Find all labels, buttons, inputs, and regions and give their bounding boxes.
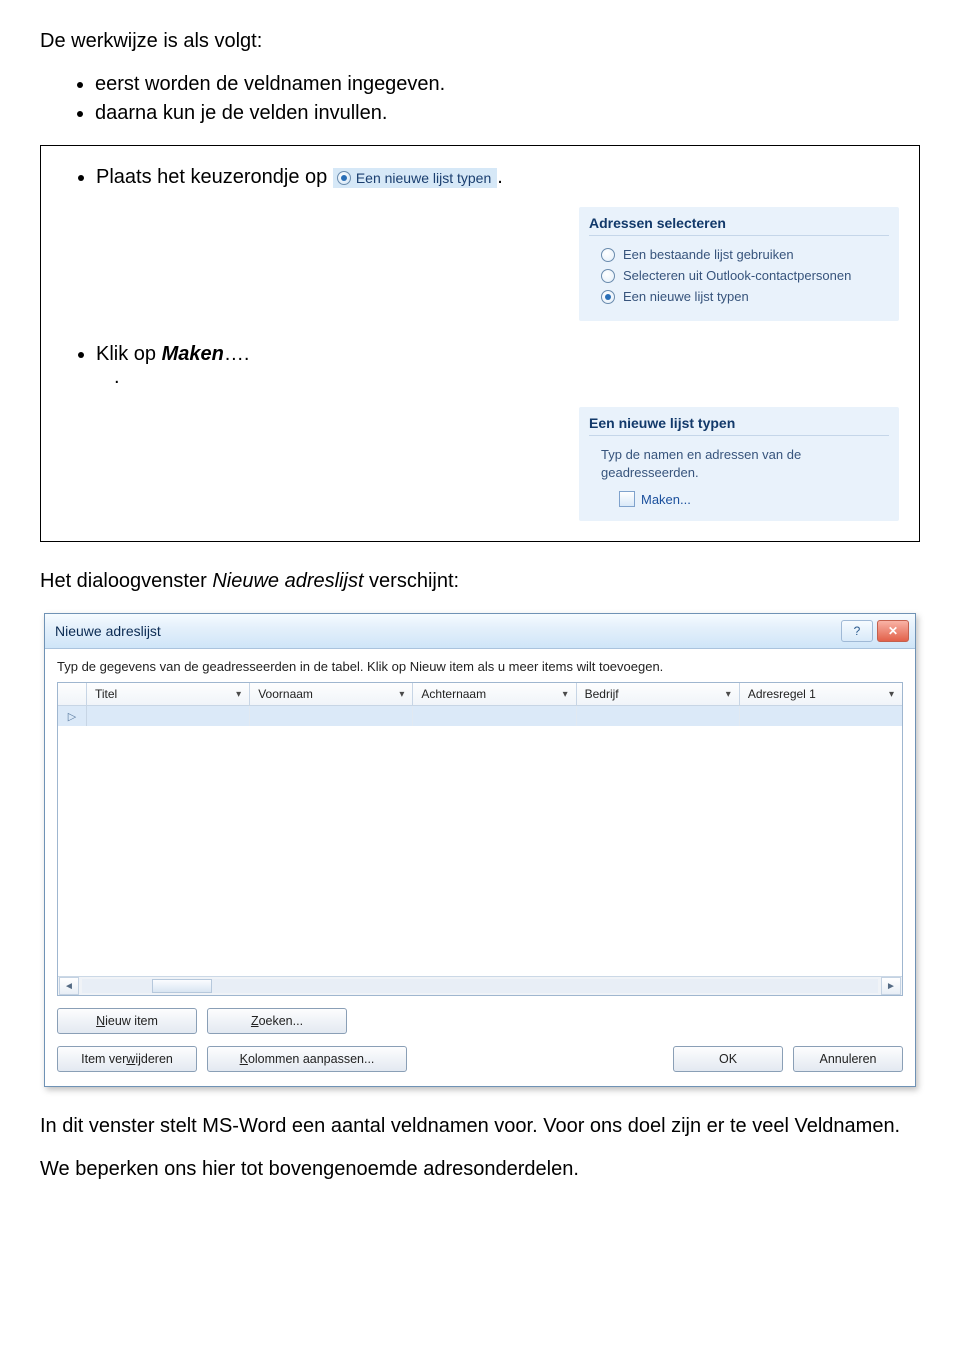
- grid-empty-area: [58, 726, 902, 976]
- wizard-option-outlook[interactable]: Selecteren uit Outlook-contactpersonen: [589, 265, 889, 286]
- grid-row-active[interactable]: ▷: [58, 706, 902, 726]
- closing-paragraph-2: We beperken ons hier tot bovengenoemde a…: [40, 1158, 920, 1181]
- step-action: Maken: [162, 343, 224, 365]
- column-label: Bedrijf: [585, 687, 619, 701]
- btn-label: OK: [719, 1052, 737, 1066]
- scroll-left-icon[interactable]: ◄: [59, 977, 79, 995]
- item-verwijderen-button[interactable]: Item verwijderen: [57, 1046, 197, 1072]
- row-marker-header: [58, 683, 87, 705]
- ok-button[interactable]: OK: [673, 1046, 783, 1072]
- btn-accel: K: [240, 1052, 248, 1066]
- wizard-body-line: Typ de namen en adressen van de: [601, 447, 801, 462]
- column-header-achternaam[interactable]: Achternaam ▾: [413, 683, 576, 705]
- help-button[interactable]: ?: [841, 620, 873, 642]
- wizard-nieuwe-lijst-typen: Een nieuwe lijst typen Typ de namen en a…: [579, 407, 899, 521]
- radio-chip-nieuwe-lijst[interactable]: Een nieuwe lijst typen: [333, 168, 497, 188]
- wizard-body: Typ de namen en adressen van de geadress…: [589, 444, 889, 491]
- column-label: Achternaam: [421, 687, 486, 701]
- column-header-voornaam[interactable]: Voornaam ▾: [250, 683, 413, 705]
- scroll-right-icon[interactable]: ►: [881, 977, 901, 995]
- horizontal-scrollbar[interactable]: ◄ ►: [58, 976, 902, 995]
- intro-bullet: eerst worden de veldnamen ingegeven.: [95, 73, 920, 96]
- step-text: Plaats het keuzerondje op: [96, 166, 333, 188]
- closing-paragraph-1: In dit venster stelt MS-Word een aantal …: [40, 1115, 920, 1138]
- trailing-dot: .: [96, 366, 899, 389]
- wizard-title: Adressen selecteren: [589, 215, 889, 236]
- chevron-down-icon[interactable]: ▾: [236, 689, 241, 700]
- close-button[interactable]: ✕: [877, 620, 909, 642]
- dialog-intro-text: Het dialoogvenster Nieuwe adreslijst ver…: [40, 570, 920, 593]
- grid-cell[interactable]: [577, 706, 740, 726]
- intro-bullet-list: eerst worden de veldnamen ingegeven. daa…: [40, 73, 920, 125]
- wizard-option-label: Een nieuwe lijst typen: [623, 289, 749, 304]
- column-header-bedrijf[interactable]: Bedrijf ▾: [577, 683, 740, 705]
- step-suffix: ….: [224, 343, 250, 365]
- column-label: Adresregel 1: [748, 687, 816, 701]
- step-suffix: .: [497, 166, 503, 188]
- column-label: Titel: [95, 687, 117, 701]
- grid-header: Titel ▾ Voornaam ▾ Achternaam ▾ Bedrijf …: [58, 683, 902, 706]
- btn-accel: Z: [251, 1014, 259, 1028]
- column-header-titel[interactable]: Titel ▾: [87, 683, 250, 705]
- wizard-link-label: Maken...: [641, 492, 691, 507]
- scroll-track[interactable]: [82, 979, 878, 993]
- radio-icon: [337, 171, 351, 185]
- dialog-button-row-1: Nieuw item Zoeken...: [45, 996, 915, 1046]
- radio-icon: [601, 269, 615, 283]
- dialog-name: Nieuwe adreslijst: [212, 570, 363, 592]
- btn-accel: N: [96, 1014, 105, 1028]
- chevron-down-icon[interactable]: ▾: [399, 689, 404, 700]
- radio-icon: [601, 248, 615, 262]
- wizard-option-nieuwe-lijst[interactable]: Een nieuwe lijst typen: [589, 286, 889, 307]
- wizard-body-line: geadresseerden.: [601, 465, 699, 480]
- column-header-adresregel1[interactable]: Adresregel 1 ▾: [740, 683, 902, 705]
- grid-cell[interactable]: [250, 706, 413, 726]
- annuleren-button[interactable]: Annuleren: [793, 1046, 903, 1072]
- text: verschijnt:: [364, 570, 460, 592]
- step-place-radio: Plaats het keuzerondje op Een nieuwe lij…: [96, 166, 899, 189]
- grid-cell[interactable]: [740, 706, 902, 726]
- dialog-titlebar[interactable]: Nieuwe adreslijst ? ✕: [45, 614, 915, 649]
- row-marker-icon: ▷: [58, 706, 87, 726]
- wizard-option-label: Selecteren uit Outlook-contactpersonen: [623, 268, 851, 283]
- btn-post: olommen aanpassen...: [248, 1052, 374, 1066]
- radio-icon: [601, 290, 615, 304]
- column-label: Voornaam: [258, 687, 313, 701]
- radio-chip-label: Een nieuwe lijst typen: [356, 170, 491, 186]
- nieuw-item-button[interactable]: Nieuw item: [57, 1008, 197, 1034]
- btn-accel: w: [126, 1052, 135, 1066]
- dialog-title: Nieuwe adreslijst: [55, 623, 161, 639]
- chevron-down-icon[interactable]: ▾: [889, 689, 894, 700]
- btn-post: oeken...: [259, 1014, 303, 1028]
- btn-post: ijderen: [135, 1052, 173, 1066]
- table-icon: [619, 491, 635, 507]
- wizard-option-label: Een bestaande lijst gebruiken: [623, 247, 794, 262]
- grid-cell[interactable]: [87, 706, 250, 726]
- dialog-nieuwe-adreslijst: Nieuwe adreslijst ? ✕ Typ de gegevens va…: [44, 613, 916, 1087]
- scroll-thumb[interactable]: [152, 979, 212, 993]
- btn-post: ieuw item: [105, 1014, 158, 1028]
- intro-text: De werkwijze is als volgt:: [40, 30, 920, 53]
- dialog-button-row-2: Item verwijderen Kolommen aanpassen... O…: [45, 1046, 915, 1086]
- wizard-link-maken[interactable]: Maken...: [589, 491, 889, 507]
- text: Het dialoogvenster: [40, 570, 212, 592]
- address-grid[interactable]: Titel ▾ Voornaam ▾ Achternaam ▾ Bedrijf …: [57, 682, 903, 996]
- step-click-maken: Klik op Maken…. .: [96, 343, 899, 389]
- intro-bullet: daarna kun je de velden invullen.: [95, 102, 920, 125]
- chevron-down-icon[interactable]: ▾: [726, 689, 731, 700]
- grid-cell[interactable]: [413, 706, 576, 726]
- chevron-down-icon[interactable]: ▾: [563, 689, 568, 700]
- wizard-adressen-selecteren: Adressen selecteren Een bestaande lijst …: [579, 207, 899, 321]
- wizard-option-bestaande-lijst[interactable]: Een bestaande lijst gebruiken: [589, 244, 889, 265]
- btn-pre: Item ver: [81, 1052, 126, 1066]
- zoeken-button[interactable]: Zoeken...: [207, 1008, 347, 1034]
- btn-label: Annuleren: [820, 1052, 877, 1066]
- dialog-instruction: Typ de gegevens van de geadresseerden in…: [57, 659, 903, 674]
- kolommen-aanpassen-button[interactable]: Kolommen aanpassen...: [207, 1046, 407, 1072]
- step-text: Klik op: [96, 343, 162, 365]
- boxed-steps: Plaats het keuzerondje op Een nieuwe lij…: [40, 145, 920, 542]
- wizard-title: Een nieuwe lijst typen: [589, 415, 889, 436]
